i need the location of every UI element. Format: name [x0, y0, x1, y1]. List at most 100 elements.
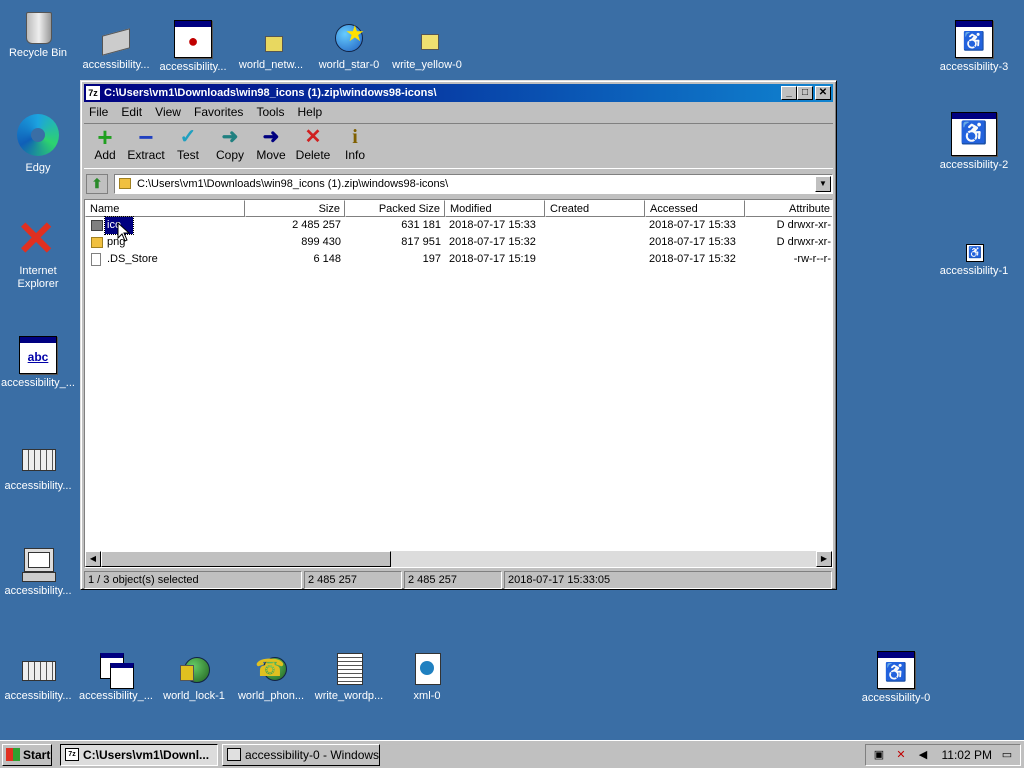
maximize-button[interactable]: □ — [797, 86, 813, 100]
column-size[interactable]: Size — [245, 200, 345, 217]
menu-help[interactable]: Help — [293, 103, 328, 122]
start-button[interactable]: Start — [2, 744, 52, 766]
info-button[interactable]: i Info — [334, 126, 376, 162]
desktop-icon-accessibility-windows[interactable]: accessibility_... — [78, 651, 154, 703]
status-size: 2 485 257 — [304, 571, 402, 589]
menu-edit[interactable]: Edit — [116, 103, 147, 122]
address-dropdown-button[interactable]: ▼ — [815, 176, 831, 192]
desktop-icon-accessibility-keyboard-2[interactable]: accessibility... — [0, 651, 76, 703]
world-phone-icon: ☎ — [253, 651, 289, 687]
desktop-icon-write-yellow[interactable]: write_yellow-0 — [389, 20, 465, 72]
table-row[interactable]: png 899 430 817 951 2018-07-17 15:32 201… — [85, 234, 832, 251]
world-lock-icon — [176, 651, 212, 687]
table-row[interactable]: .DS_Store 6 148 197 2018-07-17 15:19 201… — [85, 251, 832, 268]
chevron-right-icon: ▶ — [820, 554, 828, 563]
move-icon: ➜ — [262, 126, 280, 148]
extract-icon: − — [138, 122, 154, 152]
close-button[interactable]: ✕ — [815, 86, 831, 100]
taskbar-item-accessibility[interactable]: accessibility-0 - Windows... — [222, 744, 380, 766]
column-accessed[interactable]: Accessed — [645, 200, 745, 217]
column-modified[interactable]: Modified — [445, 200, 545, 217]
menu-tools[interactable]: Tools — [251, 103, 289, 122]
file-icon — [91, 253, 101, 266]
menu-bar: File Edit View Favorites Tools Help — [84, 103, 833, 122]
status-modified: 2018-07-17 15:33:05 — [504, 571, 832, 589]
scroll-thumb[interactable] — [101, 551, 391, 567]
desktop-icon-world-lock[interactable]: world_lock-1 — [156, 651, 232, 703]
recycle-bin-icon — [20, 8, 56, 44]
address-input[interactable]: C:\Users\vm1\Downloads\win98_icons (1).z… — [114, 174, 833, 194]
taskbar-item-7zip[interactable]: 7z C:\Users\vm1\Downl... — [60, 744, 218, 766]
file-manager-window: 7z C:\Users\vm1\Downloads\win98_icons (1… — [80, 80, 837, 590]
desktop-icon-accessibility-0[interactable]: ♿ accessibility-0 — [858, 651, 934, 705]
volume-icon[interactable]: ◀ — [916, 748, 930, 762]
edge-icon — [15, 112, 61, 158]
delete-button[interactable]: ✕ Delete — [292, 126, 334, 162]
accessibility-window-icon: ● — [174, 20, 212, 58]
7zip-app-icon: 7z — [65, 748, 79, 761]
extract-button[interactable]: − Extract — [125, 122, 167, 162]
desktop-icon-world-star[interactable]: ★ world_star-0 — [311, 20, 387, 72]
desktop-icon-world-network[interactable]: world_netw... — [233, 20, 309, 72]
desktop-icon-accessibility-3[interactable]: ♿ accessibility-3 — [936, 20, 1012, 74]
chevron-left-icon: ◀ — [89, 554, 97, 563]
desktop-icon-accessibility-computer[interactable]: accessibility... — [0, 546, 76, 598]
desktop-icon-accessibility-b[interactable]: ● accessibility... — [155, 20, 231, 74]
taskbar: Start 7z C:\Users\vm1\Downl... accessibi… — [0, 740, 1024, 768]
test-button[interactable]: ✓ Test — [167, 126, 209, 162]
column-created[interactable]: Created — [545, 200, 645, 217]
column-name[interactable]: Name — [85, 200, 245, 217]
desktop-icon-accessibility-1[interactable]: ♿ accessibility-1 — [936, 242, 1012, 278]
network-error-icon[interactable]: ✕ — [894, 748, 908, 762]
horizontal-scrollbar[interactable]: ◀ ▶ — [85, 551, 832, 567]
table-row[interactable]: ico 2 485 257 631 181 2018-07-17 15:33 2… — [85, 216, 832, 235]
write-wordpad-icon — [331, 651, 367, 687]
accessibility-icon: ♿ — [877, 651, 915, 689]
file-list[interactable]: Name Size Packed Size Modified Created A… — [84, 199, 833, 568]
scroll-right-button[interactable]: ▶ — [816, 551, 832, 567]
folder-icon — [91, 237, 103, 248]
menu-view[interactable]: View — [150, 103, 186, 122]
toolbar: + Add − Extract ✓ Test ➜ Copy ➜ Move ✕ D… — [84, 123, 833, 169]
desktop-icon-world-phone[interactable]: ☎ world_phon... — [233, 651, 309, 703]
scroll-left-button[interactable]: ◀ — [85, 551, 101, 567]
desktop-icon-xml[interactable]: xml-0 — [389, 651, 465, 703]
desktop-icon-internet-explorer[interactable]: ✕ Internet Explorer — [0, 213, 76, 291]
abc-icon: abc — [19, 336, 57, 374]
add-button[interactable]: + Add — [84, 124, 126, 162]
keyboard-icon — [20, 441, 56, 477]
desktop-icon-accessibility-abc[interactable]: abc accessibility_... — [0, 336, 76, 390]
folder-icon — [119, 178, 131, 189]
world-star-icon: ★ — [331, 20, 367, 56]
write-yellow-icon — [409, 20, 445, 56]
status-packed: 2 485 257 — [404, 571, 502, 589]
desktop-icon-accessibility-keyboard[interactable]: accessibility... — [0, 441, 76, 493]
desktop-icon-edgy[interactable]: Edgy — [0, 112, 76, 175]
move-button[interactable]: ➜ Move — [250, 126, 292, 162]
accessibility-icon: ♿ — [955, 20, 993, 58]
menu-favorites[interactable]: Favorites — [189, 103, 248, 122]
clock[interactable]: 11:02 PM — [942, 745, 992, 765]
system-tray: ▣ ✕ ◀ 11:02 PM ▭ — [865, 744, 1021, 766]
desktop-icon-write-wordpad[interactable]: write_wordp... — [311, 651, 387, 703]
menu-file[interactable]: File — [84, 103, 113, 122]
minimize-button[interactable]: _ — [781, 86, 797, 100]
desktop-icon-accessibility-a[interactable]: accessibility... — [78, 20, 154, 72]
copy-button[interactable]: ➜ Copy — [209, 126, 251, 162]
column-packed-size[interactable]: Packed Size — [345, 200, 445, 217]
desktop-icon-accessibility-2[interactable]: ♿ accessibility-2 — [936, 112, 1012, 172]
world-network-icon — [253, 20, 289, 56]
column-attribute[interactable]: Attribute — [745, 200, 832, 217]
title-bar[interactable]: 7z C:\Users\vm1\Downloads\win98_icons (1… — [84, 84, 833, 102]
up-arrow-icon: ⬆ — [91, 176, 103, 191]
test-icon: ✓ — [179, 126, 197, 148]
up-folder-button[interactable]: ⬆ — [86, 174, 108, 194]
show-desktop-icon[interactable]: ▭ — [1000, 748, 1014, 762]
xml-icon — [409, 651, 445, 687]
image-viewer-icon — [227, 748, 241, 761]
7zip-app-icon: 7z — [86, 86, 100, 100]
desktop-icon-recycle-bin[interactable]: Recycle Bin — [0, 8, 76, 60]
network-icon[interactable]: ▣ — [872, 748, 886, 762]
delete-icon: ✕ — [304, 126, 322, 148]
internet-explorer-icon: ✕ — [16, 213, 57, 266]
